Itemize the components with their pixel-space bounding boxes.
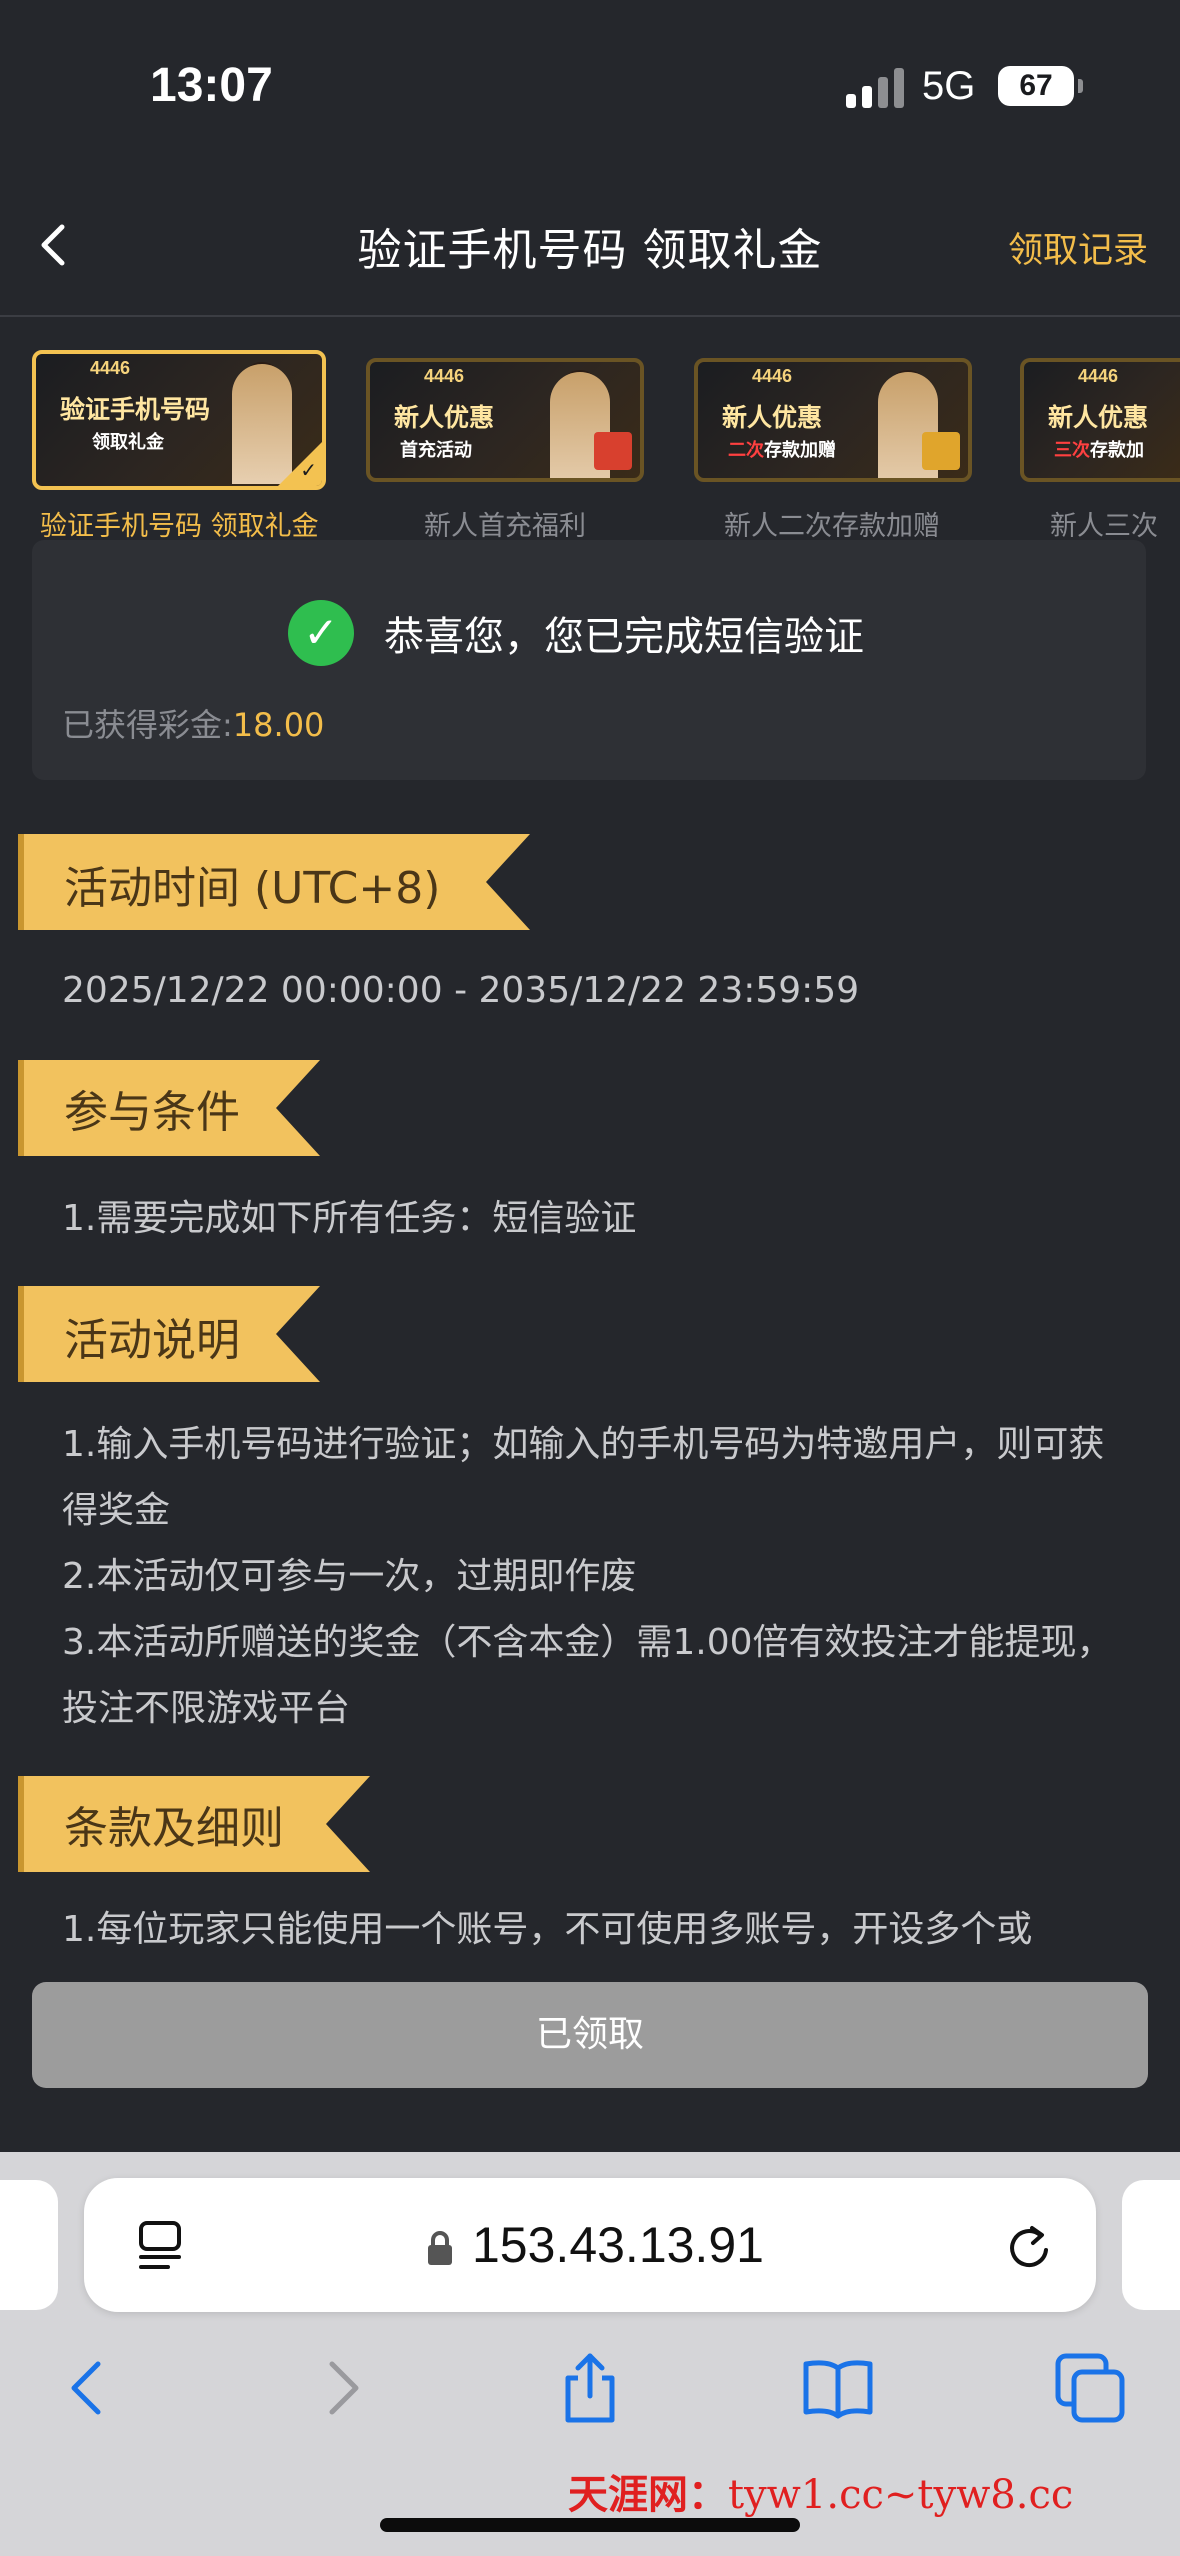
vip-badge: 4446 [424, 366, 465, 386]
previous-tab-peek[interactable] [0, 2180, 58, 2310]
watermark: 天涯网：tyw1.cc~tyw8.cc [568, 2462, 1073, 2520]
promo-subtitle: 首充活动 [400, 440, 472, 461]
promo-subtitle-highlight: 二次 [728, 440, 764, 461]
watermark-domains: tyw1.cc~tyw8.cc [728, 2472, 1074, 2518]
promo-card-verify-phone[interactable]: 4446 验证手机号码 领取礼金 ✓ [32, 350, 326, 490]
promo-title: 新人优惠 [1048, 403, 1149, 432]
promo-label-second-deposit[interactable]: 新人二次存款加赠 [724, 504, 940, 543]
conditions-text: 1.需要完成如下所有任务：短信验证 [62, 1198, 637, 1239]
vip-badge: 4446 [752, 366, 793, 386]
promo-subtitle-text: 存款加 [1090, 440, 1144, 461]
bonus-label: 已获得彩金: [62, 706, 233, 744]
promo-subtitle: 领取礼金 [92, 432, 164, 453]
promo-subtitle-text: 存款加赠 [764, 440, 836, 461]
vip-badge: 4446 [1078, 366, 1119, 386]
success-message: 恭喜您，您已完成短信验证 [384, 614, 864, 660]
description-line: 1.输入手机号码进行验证；如输入的手机号码为特邀用户，则可获得奖金 [62, 1424, 1105, 1531]
page-menu-icon[interactable] [138, 2220, 182, 2272]
page-title: 验证手机号码 领取礼金 [357, 225, 823, 276]
section-title-terms: 条款及细则 [64, 1803, 284, 1854]
next-tab-peek[interactable] [1122, 2180, 1180, 2310]
promo-title: 新人优惠 [722, 403, 823, 432]
watermark-brand: 天涯网： [568, 2471, 728, 2518]
status-time: 13:07 [150, 59, 273, 112]
promo-subtitle: 二次存款加赠 [728, 436, 836, 462]
promo-title: 验证手机号码 [60, 395, 211, 424]
section-title-description: 活动说明 [64, 1315, 240, 1366]
promo-card-third-deposit[interactable]: 4446 新人优惠 三次存款加 [1020, 358, 1180, 482]
claimed-button[interactable]: 已领取 [32, 1982, 1148, 2088]
claim-records-link[interactable]: 领取记录 [1008, 222, 1148, 273]
bookmarks-icon[interactable] [802, 2352, 874, 2424]
description-line: 2.本活动仅可参与一次，过期即作废 [62, 1556, 637, 1597]
forward-arrow-icon[interactable] [306, 2352, 378, 2424]
tabs-icon[interactable] [1054, 2352, 1126, 2424]
description-line: 3.本活动所赠送的奖金（不含本金）需1.00倍有效投注才能提现，投注不限游戏平台 [62, 1622, 1113, 1729]
description-text: 1.输入手机号码进行验证；如输入的手机号码为特邀用户，则可获得奖金 2.本活动仅… [62, 1412, 1122, 1742]
activity-time-range: 2025/12/22 00:00:00 - 2035/12/22 23:59:5… [62, 970, 860, 1011]
reload-icon[interactable] [1004, 2220, 1056, 2274]
back-arrow-icon[interactable] [52, 2352, 124, 2424]
signal-strength-icon [846, 68, 906, 108]
lock-icon [426, 2230, 454, 2266]
vip-badge: 4446 [90, 358, 131, 378]
section-title-activity-time: 活动时间 (UTC+8) [64, 863, 441, 914]
promo-card-second-deposit[interactable]: 4446 新人优惠 二次存款加赠 [694, 358, 972, 482]
url-text[interactable]: 153.43.13.91 [472, 2216, 764, 2274]
promo-subtitle: 三次存款加 [1054, 436, 1144, 462]
promo-card-first-deposit[interactable]: 4446 新人优惠 首充活动 [366, 358, 644, 482]
bonus-amount: 18.00 [232, 706, 325, 744]
section-title-conditions: 参与条件 [64, 1087, 240, 1138]
gold-ingot-icon [922, 432, 960, 470]
network-type: 5G [922, 64, 976, 108]
battery-icon: 67 [998, 66, 1074, 106]
promo-label-verify-phone[interactable]: 验证手机号码 领取礼金 [40, 504, 319, 543]
battery-tip [1078, 79, 1083, 93]
promo-title: 新人优惠 [394, 403, 495, 432]
header-divider [0, 315, 1180, 317]
check-icon: ✓ [300, 458, 317, 482]
promo-label-first-deposit[interactable]: 新人首充福利 [424, 504, 586, 543]
share-icon[interactable] [554, 2352, 626, 2424]
terms-text: 1.每位玩家只能使用一个账号，不可使用多账号，开设多个或 [62, 1909, 1033, 1950]
check-circle-icon: ✓ [288, 600, 354, 666]
home-indicator [380, 2518, 800, 2532]
gift-box-icon [594, 432, 632, 470]
promo-label-third-deposit[interactable]: 新人三次 [1050, 504, 1180, 543]
promo-subtitle-highlight: 三次 [1054, 440, 1090, 461]
bonus-earned: 已获得彩金:18.00 [62, 700, 324, 746]
